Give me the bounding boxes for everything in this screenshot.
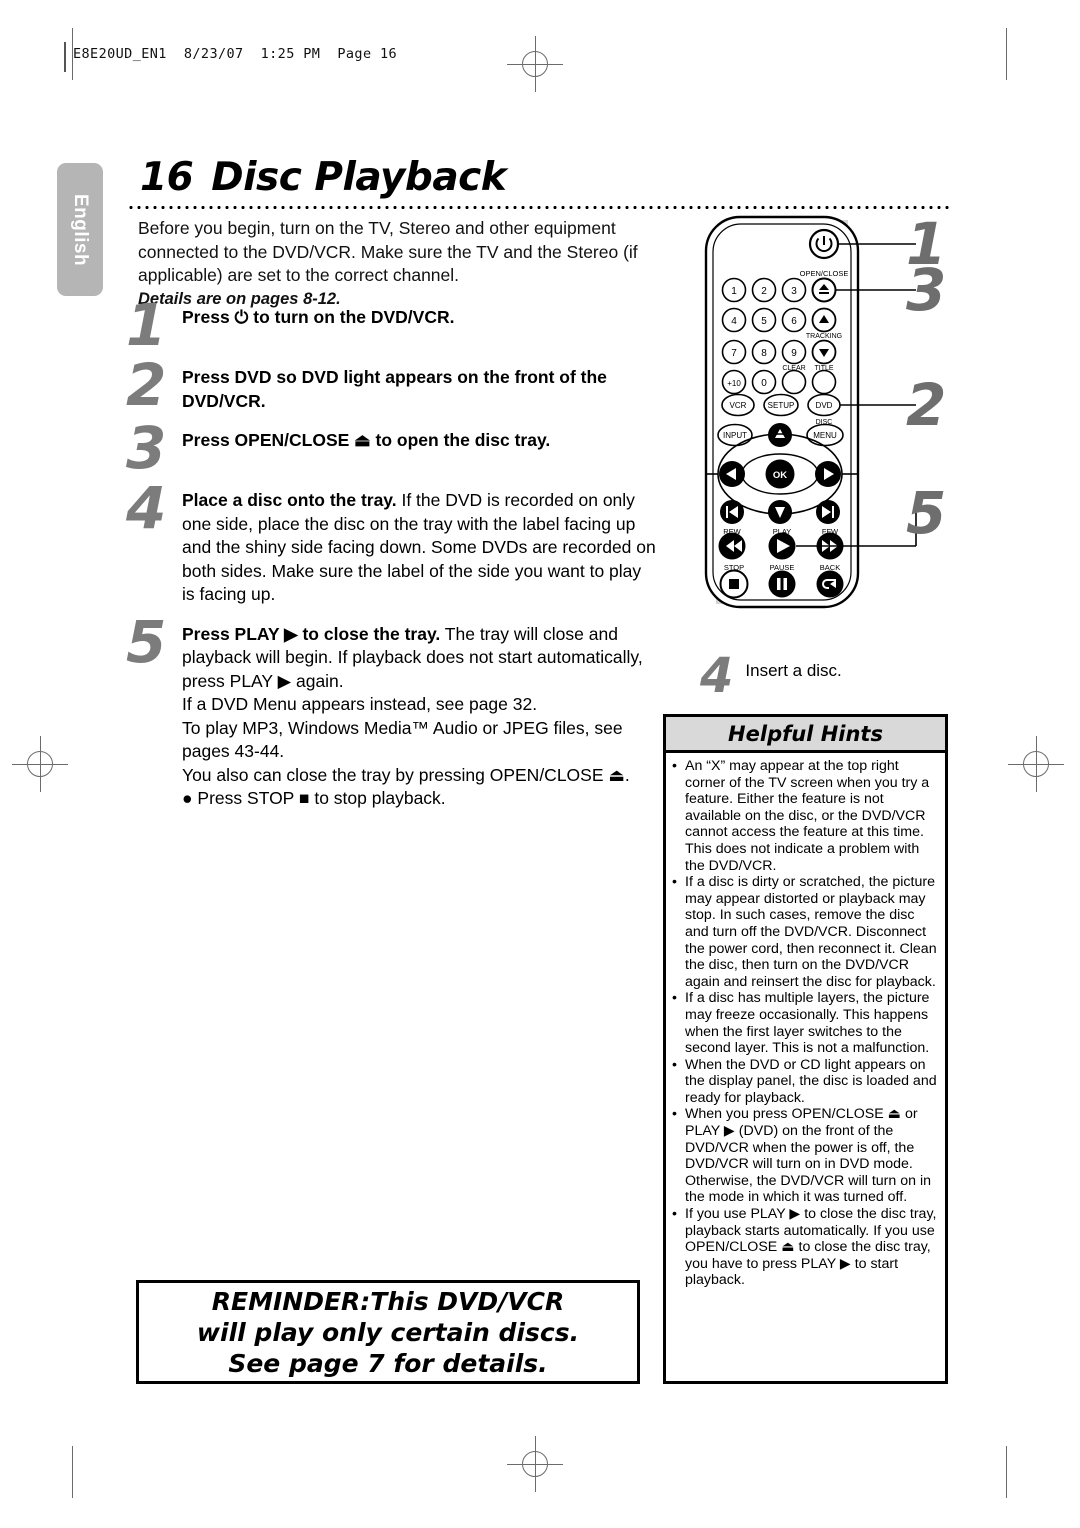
registration-mark-right [1008,736,1064,792]
manual-page: E8E20UD_EN1 8/23/07 1:25 PM Page 16 Engl… [0,0,1080,1528]
helpful-hints-list: • An “X” may appear at the top right cor… [666,753,945,1293]
bullet-icon: • [672,1056,677,1073]
step-lead: Place a disc onto the tray. [182,490,397,510]
insert-note-text: Insert a disc. [745,661,842,680]
hint-item: • When you press OPEN/CLOSE ⏏ or PLAY ▶ … [672,1106,938,1206]
step-body: Press DVD so DVD light appears on the fr… [182,360,656,413]
svg-text:MENU: MENU [813,431,837,440]
steps-list: 1 Press ⏻ to turn on the DVD/VCR. 2 Pres… [126,291,656,821]
svg-text:+10: +10 [727,379,741,388]
step-item: 1 Press ⏻ to turn on the DVD/VCR. [126,291,656,359]
step-body: Press ⏻ to turn on the DVD/VCR. [182,300,656,330]
remote-control-illustration: OPEN/CLOSE 1 2 3 4 5 6 7 8 9 +10 0 TRACK… [690,212,960,612]
hint-item: • If you use PLAY ▶ to close the disc tr… [672,1206,938,1289]
svg-text:SETUP: SETUP [768,401,795,410]
intro-block: Before you begin, turn on the TV, Stereo… [138,217,648,311]
step-number: 1 [126,291,167,359]
hint-text: When you press OPEN/CLOSE ⏏ or PLAY ▶ (D… [685,1106,932,1206]
insert-note-number: 4 [700,648,734,704]
helpful-hints-title: Helpful Hints [666,717,945,753]
callout-number-5: 5 [906,479,947,547]
step-body: Press PLAY ▶ to close the tray. The tray… [182,617,656,811]
bullet-icon: • [672,990,677,1007]
step-lead: Press OPEN/CLOSE ⏏ to open the disc tray… [182,430,551,450]
svg-text:0: 0 [761,378,767,389]
hint-item: • When the DVD or CD light appears on th… [672,1057,938,1107]
language-tab: English [57,163,103,296]
step-item: 4 Place a disc onto the tray. If the DVD… [126,474,656,607]
svg-text:1: 1 [731,286,737,297]
svg-text:INPUT: INPUT [723,431,747,440]
page-title: 16 Disc Playback [140,155,507,200]
svg-text:TRACKING: TRACKING [806,333,842,340]
helpful-hints-box: Helpful Hints • An “X” may appear at the… [663,714,948,1384]
reminder-box: REMINDER:This DVD/VCR will play only cer… [136,1280,640,1384]
svg-text:DVD: DVD [816,401,833,410]
dotted-divider [127,205,953,210]
registration-mark-bottom [507,1436,563,1492]
step-number: 4 [126,474,167,542]
svg-text:8: 8 [761,348,767,359]
bullet-icon: • [672,1106,677,1123]
intro-paragraph: Before you begin, turn on the TV, Stereo… [138,218,638,285]
insert-disc-note: 4 Insert a disc. [700,648,842,704]
step-item: 3 Press OPEN/CLOSE ⏏ to open the disc tr… [126,414,656,482]
page-title-text: Disc Playback [211,155,507,200]
step-lead: Press ⏻ to turn on the DVD/VCR. [182,307,455,327]
svg-text:5: 5 [761,316,767,327]
svg-text:6: 6 [791,316,797,327]
step-lead: Press PLAY ▶ to close the tray. [182,623,441,644]
step-lead: Press DVD so DVD light appears on the fr… [182,367,607,411]
step-item: 5 Press PLAY ▶ to close the tray. The tr… [126,607,656,811]
crop-mark-bottom-right [1006,1446,1007,1498]
bullet-icon: • [672,758,677,774]
reminder-line-1: REMINDER:This DVD/VCR [211,1286,565,1316]
language-tab-label: English [70,193,91,266]
svg-text:9: 9 [791,348,797,359]
callout-number-2: 2 [906,371,947,439]
crop-mark-top-right [1006,28,1007,80]
step-number: 3 [126,414,167,482]
header-rule [64,42,66,72]
hint-item: • If a disc is dirty or scratched, the p… [672,874,938,990]
hint-item: • An “X” may appear at the top right cor… [672,758,938,874]
step-item: 2 Press DVD so DVD light appears on the … [126,351,656,419]
svg-text:3: 3 [791,286,797,297]
svg-text:OPEN/CLOSE: OPEN/CLOSE [800,269,849,278]
bullet-icon: • [672,1206,677,1223]
hint-text: When the DVD or CD light appears on the … [685,1056,937,1106]
step-number: 2 [126,351,167,419]
hint-text: An “X” may appear at the top right corne… [685,758,930,874]
crop-mark-bottom-left [72,1446,73,1498]
hint-item: • If a disc has multiple layers, the pic… [672,990,938,1056]
step-body: Place a disc onto the tray. If the DVD i… [182,483,656,607]
reminder-line-3: See page 7 for details. [228,1348,548,1378]
print-header-text: E8E20UD_EN1 8/23/07 1:25 PM Page 16 [73,46,398,62]
hint-text: If a disc has multiple layers, the pictu… [685,990,930,1057]
hint-text: If a disc is dirty or scratched, the pic… [685,874,937,990]
svg-text:OK: OK [773,470,787,481]
svg-text:VCR: VCR [730,401,747,410]
callout-number-3: 3 [906,256,947,324]
hint-text: If you use PLAY ▶ to close the disc tray… [685,1206,937,1289]
svg-text:2: 2 [761,286,767,297]
reminder-line-2: will play only certain discs. [196,1317,580,1347]
step-number: 5 [126,607,167,676]
registration-mark-top [507,36,563,92]
page-number: 16 [140,155,194,200]
registration-mark-left [12,736,68,792]
step-rest: The tray will close and playback will be… [182,623,643,809]
svg-text:4: 4 [731,316,737,327]
svg-text:7: 7 [731,348,737,359]
bullet-icon: • [672,874,677,891]
step-body: Press OPEN/CLOSE ⏏ to open the disc tray… [182,423,656,453]
